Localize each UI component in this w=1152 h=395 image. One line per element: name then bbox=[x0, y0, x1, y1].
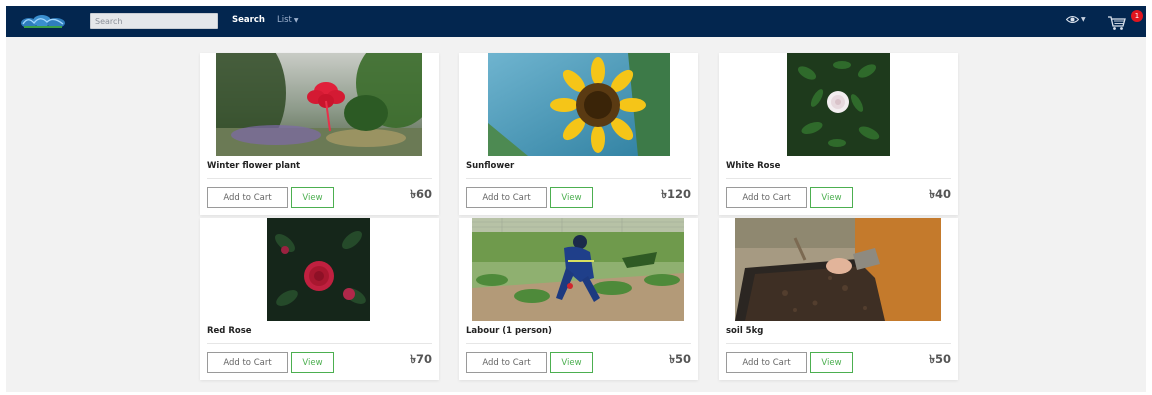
product-image[interactable] bbox=[735, 218, 941, 321]
visibility-menu[interactable]: ▼ bbox=[1066, 15, 1086, 24]
card-divider bbox=[466, 343, 691, 344]
add-to-cart-button[interactable]: Add to Cart bbox=[466, 352, 547, 373]
card-divider bbox=[726, 178, 951, 179]
card-divider bbox=[207, 343, 432, 344]
product-image[interactable] bbox=[488, 53, 670, 156]
product-price: ৳50 bbox=[669, 352, 691, 366]
shopping-cart-icon bbox=[1108, 16, 1126, 30]
view-button[interactable]: View bbox=[810, 187, 853, 208]
product-card: soil 5kg Add to Cart View ৳50 bbox=[719, 218, 958, 380]
product-card: White Rose Add to Cart View ৳40 bbox=[719, 53, 958, 215]
product-card: Labour (1 person) Add to Cart View ৳50 bbox=[459, 218, 698, 380]
nav-list-label: List bbox=[277, 15, 292, 25]
brand-logo[interactable] bbox=[20, 14, 66, 29]
add-to-cart-button[interactable]: Add to Cart bbox=[726, 187, 807, 208]
product-name: White Rose bbox=[726, 161, 781, 171]
search-input[interactable] bbox=[90, 13, 218, 29]
chevron-down-icon: ▼ bbox=[1081, 16, 1086, 23]
card-divider bbox=[726, 343, 951, 344]
top-navbar: Search List▼ ▼ 1 bbox=[6, 6, 1146, 37]
view-button[interactable]: View bbox=[550, 352, 593, 373]
add-to-cart-button[interactable]: Add to Cart bbox=[207, 352, 288, 373]
nav-list-dropdown[interactable]: List ▼ bbox=[277, 15, 298, 25]
eye-icon bbox=[1066, 15, 1079, 24]
nav-search-link[interactable]: Search bbox=[232, 15, 265, 25]
product-name: Winter flower plant bbox=[207, 161, 301, 171]
product-price: ৳120 bbox=[661, 187, 691, 201]
view-button[interactable]: View bbox=[291, 187, 334, 208]
card-divider bbox=[466, 178, 691, 179]
product-image[interactable] bbox=[216, 53, 422, 156]
product-image[interactable] bbox=[267, 218, 370, 321]
product-card: Sunflower Add to Cart View ৳120 bbox=[459, 53, 698, 215]
product-name: Sunflower bbox=[466, 161, 515, 171]
product-price: ৳70 bbox=[410, 352, 432, 366]
view-button[interactable]: View bbox=[291, 352, 334, 373]
product-grid: Winter flower plant Add to Cart View ৳60 bbox=[6, 37, 1146, 392]
chevron-down-icon: ▼ bbox=[293, 17, 299, 24]
product-card: Red Rose Add to Cart View ৳70 bbox=[200, 218, 439, 380]
cart-count-badge: 1 bbox=[1131, 10, 1143, 22]
product-price: ৳50 bbox=[929, 352, 951, 366]
product-image[interactable] bbox=[472, 218, 684, 321]
view-button[interactable]: View bbox=[550, 187, 593, 208]
add-to-cart-button[interactable]: Add to Cart bbox=[207, 187, 288, 208]
add-to-cart-button[interactable]: Add to Cart bbox=[466, 187, 547, 208]
view-button[interactable]: View bbox=[810, 352, 853, 373]
product-price: ৳40 bbox=[929, 187, 951, 201]
cart-button[interactable]: 1 bbox=[1104, 10, 1143, 32]
card-divider bbox=[207, 178, 432, 179]
product-name: Labour (1 person) bbox=[466, 326, 552, 336]
add-to-cart-button[interactable]: Add to Cart bbox=[726, 352, 807, 373]
product-price: ৳60 bbox=[410, 187, 432, 201]
product-card: Winter flower plant Add to Cart View ৳60 bbox=[200, 53, 439, 215]
product-image[interactable] bbox=[787, 53, 890, 156]
product-name: Red Rose bbox=[207, 326, 252, 336]
product-name: soil 5kg bbox=[726, 326, 764, 336]
